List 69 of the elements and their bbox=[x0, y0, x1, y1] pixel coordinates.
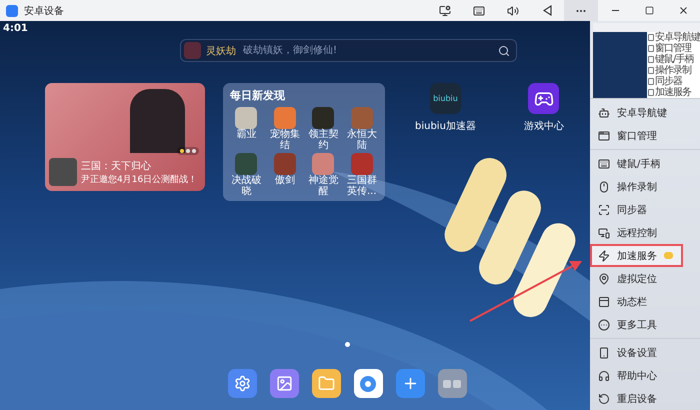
app-icon[interactable]: biubiu bbox=[430, 83, 461, 114]
game-label: 三国群英传... bbox=[346, 175, 378, 197]
game-name: 灵妖劫 bbox=[206, 44, 236, 58]
search-icon bbox=[498, 44, 510, 56]
search-field[interactable]: 破劫镇妖，御剑修仙! bbox=[241, 44, 493, 57]
app-folder-icon[interactable] bbox=[438, 369, 466, 398]
app-store-icon[interactable] bbox=[396, 369, 424, 398]
menu-item-icon bbox=[598, 392, 610, 404]
menu-item-icon bbox=[598, 130, 610, 142]
game-label: 宠物集结 bbox=[268, 129, 301, 151]
photo-placeholder bbox=[130, 89, 185, 153]
menu-item[interactable]: 同步器 bbox=[590, 198, 700, 221]
browser-app-icon[interactable] bbox=[354, 369, 382, 398]
menu-item-icon bbox=[598, 250, 610, 262]
search-bar[interactable]: 灵妖劫 破劫镇妖，御剑修仙! bbox=[180, 39, 517, 62]
menu-item[interactable]: 操作录制 bbox=[590, 175, 700, 198]
game-label: 领主契约 bbox=[307, 129, 340, 151]
menu-item[interactable]: 安卓导航键 bbox=[590, 101, 700, 124]
menu-item[interactable]: 窗口管理 bbox=[590, 124, 700, 147]
card-title: 每日新发现 bbox=[230, 88, 286, 103]
menu-item-icon bbox=[598, 180, 610, 192]
keyboard-icon bbox=[473, 4, 485, 16]
back-icon bbox=[542, 5, 552, 16]
game-label: 永恒大陆 bbox=[346, 129, 378, 151]
game-label: 神途觉醒 bbox=[307, 175, 340, 197]
maximize-icon bbox=[644, 6, 654, 15]
carousel-dot[interactable] bbox=[192, 149, 196, 153]
game-label: 决战破晓 bbox=[230, 175, 262, 197]
status-time: 4:01 bbox=[3, 23, 28, 34]
menu-item-icon bbox=[598, 226, 610, 238]
carousel-dot[interactable] bbox=[180, 149, 184, 153]
app-label: 游戏中心 bbox=[524, 120, 564, 133]
menu-item-icon bbox=[598, 158, 610, 170]
banner-title: 三国：天下归心 bbox=[81, 160, 152, 173]
volume-icon bbox=[507, 4, 519, 16]
files-app-icon[interactable] bbox=[312, 369, 340, 398]
game-avatar bbox=[184, 42, 201, 59]
menu-item[interactable]: 帮助中心 bbox=[590, 364, 700, 387]
menu-item[interactable]: 动态栏 bbox=[590, 290, 700, 313]
menu-item[interactable]: 设备设置 bbox=[590, 341, 700, 364]
menu-item[interactable]: 键鼠/手柄 bbox=[590, 152, 700, 175]
settings-app-icon[interactable] bbox=[228, 369, 256, 398]
app-label: biubiu加速器 bbox=[415, 120, 476, 133]
game-icon[interactable] bbox=[235, 107, 258, 129]
menu-item-icon bbox=[598, 346, 610, 358]
menu-item[interactable]: 更多工具 bbox=[590, 313, 700, 336]
game-label: 霸业 bbox=[236, 129, 256, 140]
menu-item-icon bbox=[598, 370, 610, 382]
game-icon[interactable] bbox=[312, 107, 334, 129]
menu-item-icon bbox=[598, 318, 610, 330]
game-label: 傲剑 bbox=[274, 175, 295, 186]
app-logo-icon bbox=[6, 4, 18, 16]
menu-item-icon bbox=[598, 204, 610, 216]
window-title: 安卓设备 bbox=[24, 4, 65, 18]
menu-item-icon bbox=[598, 106, 610, 118]
menu-item[interactable]: 加速服务 bbox=[590, 244, 683, 267]
menu-item-icon bbox=[598, 272, 610, 284]
game-center-icon[interactable] bbox=[528, 83, 560, 114]
menu-item-icon bbox=[598, 296, 610, 308]
menu-item[interactable]: 远程控制 bbox=[590, 221, 700, 244]
close-icon bbox=[678, 5, 688, 16]
gallery-app-icon[interactable] bbox=[270, 369, 298, 398]
photo-placeholder bbox=[49, 158, 77, 186]
carousel-dot[interactable] bbox=[186, 149, 190, 153]
banner-card[interactable]: 三国：天下归心 尹正邀您4月16日公测酣战！ bbox=[45, 83, 205, 191]
banner-subtitle: 尹正邀您4月16日公测酣战！ bbox=[81, 174, 198, 186]
screen-icon bbox=[439, 4, 451, 16]
menu-item[interactable]: 虚拟定位 bbox=[590, 267, 700, 290]
menu-item[interactable]: 重启设备 bbox=[590, 387, 700, 410]
